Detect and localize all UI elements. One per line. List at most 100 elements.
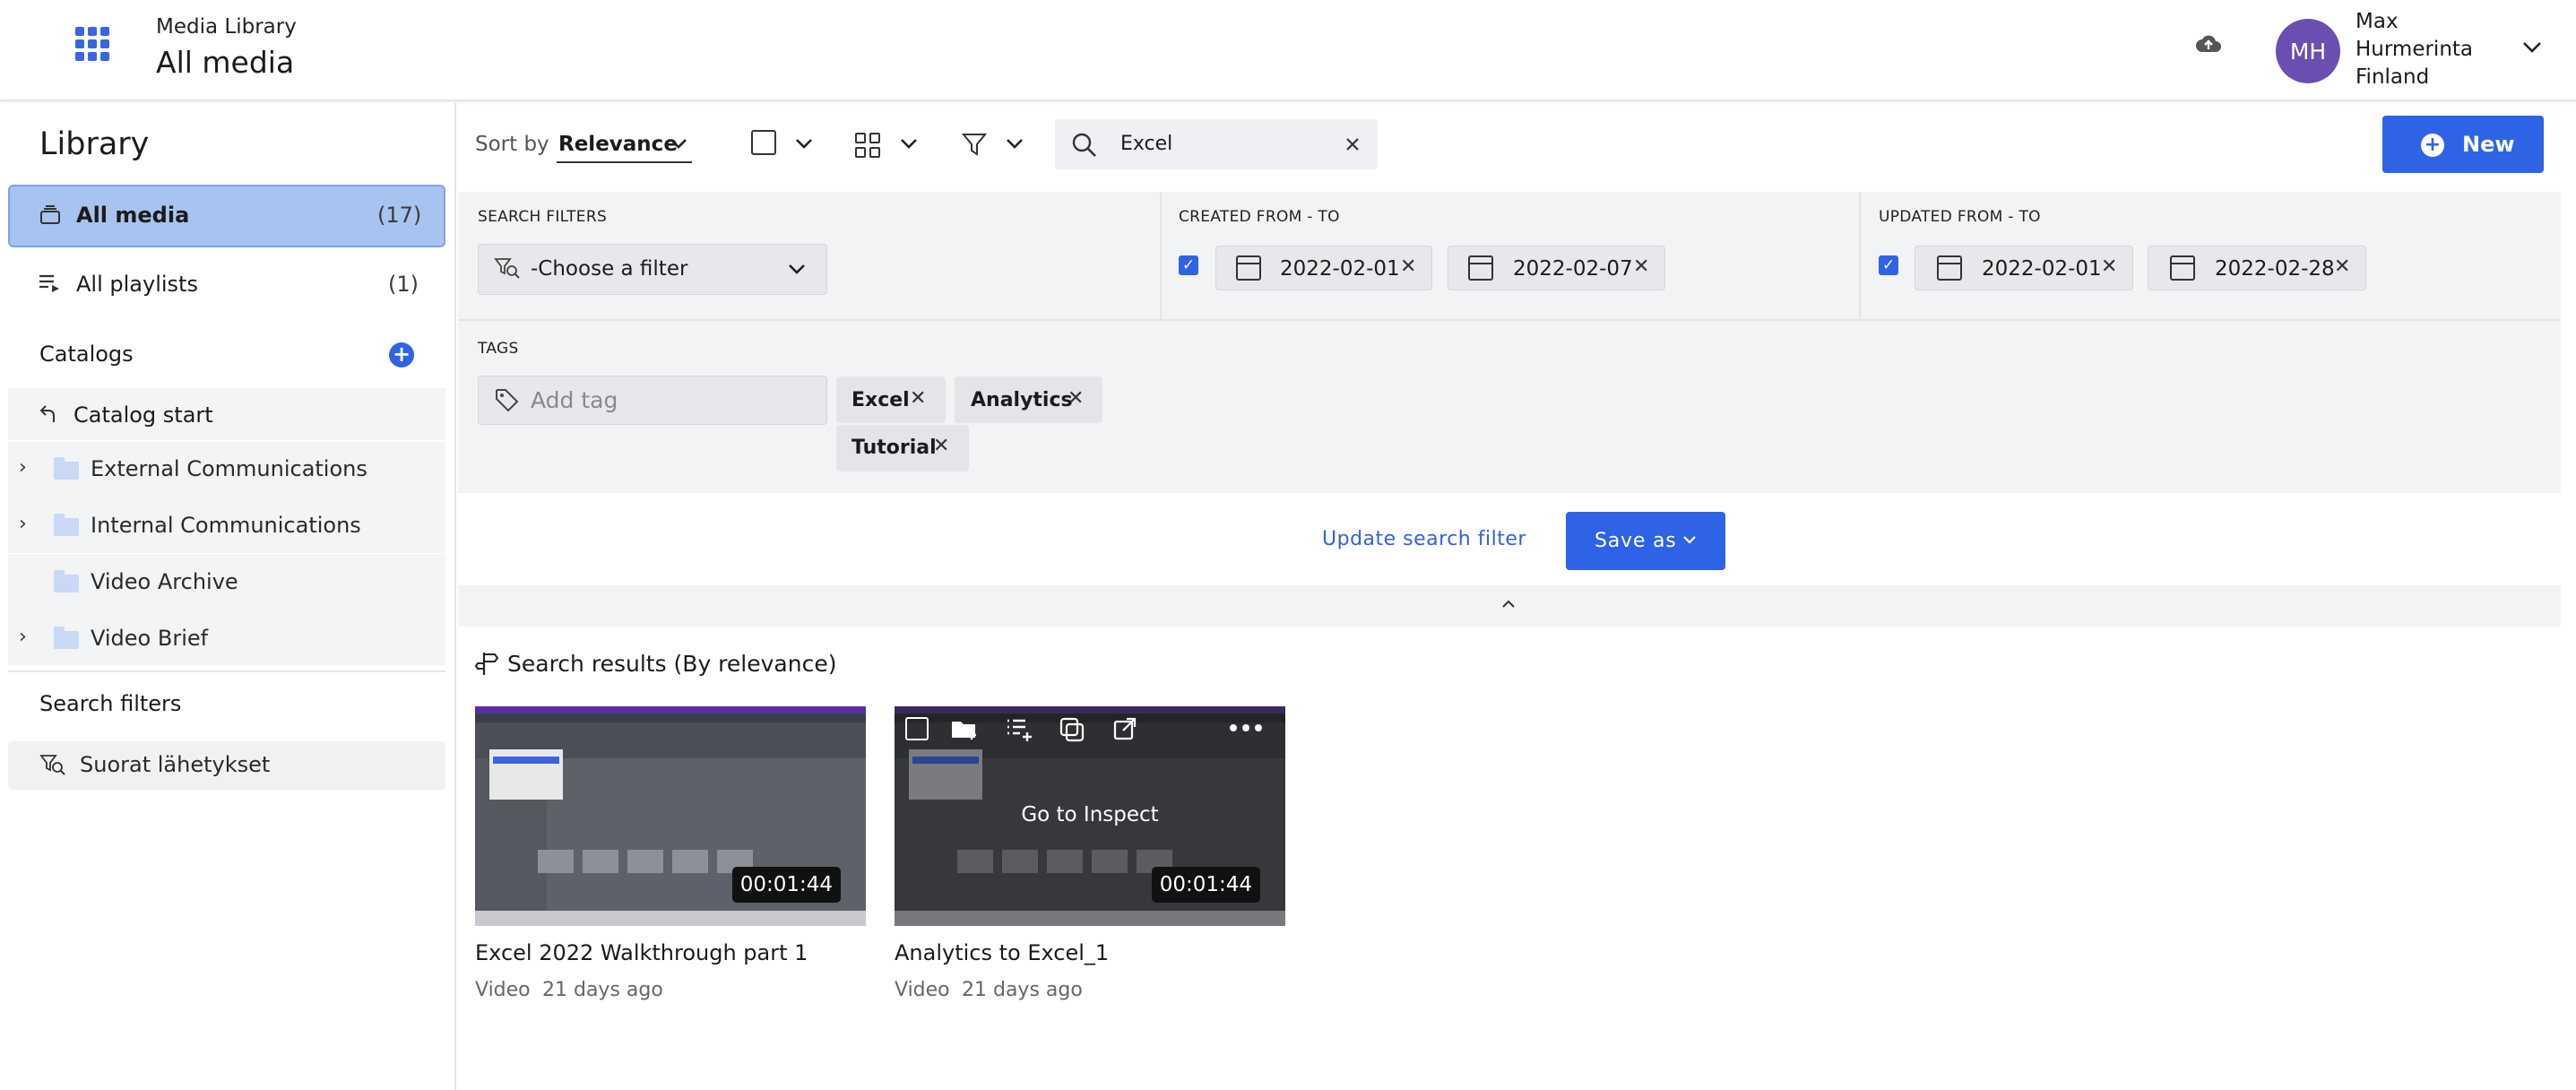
folder-video-brief[interactable]: › Video Brief — [8, 610, 445, 665]
chevron-down-icon[interactable] — [2520, 38, 2544, 56]
calendar-icon — [2170, 255, 2195, 281]
tag-label: Tutorial — [851, 437, 937, 459]
remove-tag-icon[interactable]: ✕ — [1068, 387, 1084, 410]
video-age: 21 days ago — [542, 979, 663, 1001]
tag-icon — [496, 389, 519, 412]
new-button[interactable]: + New — [2382, 116, 2544, 173]
folder-label: External Communications — [91, 456, 367, 481]
duplicate-icon[interactable] — [1059, 716, 1085, 743]
app-launcher-icon[interactable] — [75, 27, 109, 61]
calendar-icon — [1468, 255, 1493, 281]
chevron-down-icon[interactable] — [794, 137, 814, 150]
filter-search-icon — [494, 258, 520, 279]
video-thumbnail[interactable]: 00:01:44 — [475, 706, 866, 926]
folder-video-archive[interactable]: Video Archive — [8, 554, 445, 610]
folder-internal-communications[interactable]: › Internal Communications — [8, 497, 445, 553]
add-to-folder-icon[interactable] — [950, 716, 979, 741]
page-title: All media — [156, 45, 295, 80]
open-external-icon[interactable] — [1112, 716, 1137, 741]
catalogs-heading: Catalogs — [39, 342, 134, 367]
search-value: Excel — [1120, 133, 1173, 155]
save-as-button[interactable]: Save as — [1566, 512, 1725, 570]
add-tag-placeholder: Add tag — [531, 387, 618, 413]
updated-to-field[interactable]: 2022-02-28 ✕ — [2148, 246, 2366, 290]
created-to-value: 2022-02-07 — [1513, 257, 1633, 281]
updated-to-value: 2022-02-28 — [2215, 257, 2335, 281]
grid-view-icon[interactable] — [855, 133, 880, 158]
chevron-down-icon — [789, 264, 805, 274]
sidebar-item-label: All media — [76, 203, 190, 228]
created-to-field[interactable]: 2022-02-07 ✕ — [1448, 246, 1665, 290]
created-range-header: CREATED FROM - TO — [1179, 208, 1340, 226]
video-title[interactable]: Analytics to Excel_1 — [895, 940, 1109, 965]
user-first-name: Max — [2356, 10, 2399, 33]
media-stack-icon — [40, 205, 60, 224]
sort-by-select[interactable]: Relevance — [558, 133, 678, 156]
updated-range-header: UPDATED FROM - TO — [1879, 208, 2041, 226]
calendar-icon — [1236, 255, 1261, 281]
chevron-right-icon[interactable]: › — [19, 456, 27, 479]
cloud-upload-icon[interactable] — [2195, 32, 2222, 56]
more-options-icon[interactable] — [1228, 722, 1264, 733]
divider — [1160, 192, 1162, 319]
user-info[interactable]: Max Hurmerinta Finland — [2356, 8, 2490, 91]
folder-icon — [54, 514, 79, 536]
clear-date-icon[interactable]: ✕ — [2101, 255, 2117, 278]
item-count: (17) — [377, 203, 422, 228]
chevron-down-icon — [1683, 536, 1696, 544]
video-title[interactable]: Excel 2022 Walkthrough part 1 — [475, 940, 808, 965]
duration-badge: 00:01:44 — [1151, 867, 1260, 903]
sidebar-item-all-playlists[interactable] — [8, 255, 445, 312]
sort-by-label: Sort by — [475, 133, 549, 156]
tag-chip-analytics: Analytics ✕ — [955, 376, 1102, 423]
video-thumbnail[interactable]: Go to Inspect 00:01:44 — [895, 706, 1285, 926]
video-age: 21 days ago — [962, 979, 1083, 1001]
clear-date-icon[interactable]: ✕ — [1633, 255, 1649, 278]
updated-from-field[interactable]: 2022-02-01 ✕ — [1915, 246, 2133, 290]
select-all-checkbox[interactable] — [751, 130, 776, 155]
chevron-right-icon[interactable]: › — [19, 626, 27, 648]
add-to-playlist-icon[interactable] — [1006, 716, 1034, 743]
tags-header: TAGS — [478, 340, 519, 358]
folder-icon — [54, 457, 79, 480]
created-from-value: 2022-02-01 — [1280, 257, 1400, 281]
tag-label: Excel — [851, 389, 910, 411]
created-from-field[interactable]: 2022-02-01 ✕ — [1215, 246, 1432, 290]
return-arrow-icon — [39, 405, 55, 422]
add-catalog-button[interactable]: + — [389, 342, 414, 368]
folder-external-communications[interactable]: › External Communications — [8, 442, 445, 497]
created-range-checkbox[interactable]: ✓ — [1179, 255, 1198, 275]
chevron-down-icon[interactable] — [1005, 137, 1024, 150]
divider — [8, 670, 445, 672]
divider — [458, 319, 2561, 321]
search-input[interactable] — [1055, 119, 1378, 169]
clear-date-icon[interactable]: ✕ — [1400, 255, 1416, 278]
go-to-inspect-link[interactable]: Go to Inspect — [895, 803, 1285, 826]
sidebar-item-label: All playlists — [76, 272, 198, 297]
clear-search-icon[interactable] — [1344, 135, 1361, 153]
avatar[interactable]: MH — [2276, 19, 2340, 83]
tag-label: Analytics — [971, 389, 1073, 411]
filter-icon[interactable] — [961, 131, 988, 158]
folder-label: Video Archive — [91, 569, 238, 594]
remove-tag-icon[interactable]: ✕ — [910, 387, 926, 410]
chevron-right-icon[interactable]: › — [19, 513, 27, 535]
select-checkbox[interactable] — [905, 717, 929, 740]
clear-date-icon[interactable]: ✕ — [2334, 255, 2350, 278]
results-title: Search results (By relevance) — [507, 651, 837, 677]
app-header: Media Library All media MH Max Hurmerint… — [0, 0, 2576, 101]
chevron-up-icon[interactable] — [1501, 599, 1516, 610]
catalog-start-label: Catalog start — [73, 402, 213, 428]
chevron-down-icon[interactable] — [669, 137, 688, 150]
updated-range-checkbox[interactable]: ✓ — [1879, 255, 1898, 275]
update-search-filter-link[interactable]: Update search filter — [1322, 528, 1526, 550]
remove-tag-icon[interactable]: ✕ — [933, 435, 949, 457]
divider — [1859, 192, 1861, 319]
sort-underline — [557, 161, 692, 163]
chevron-down-icon[interactable] — [899, 137, 919, 150]
folder-label: Video Brief — [91, 626, 209, 651]
signpost-icon — [474, 653, 499, 675]
item-count: (1) — [388, 272, 419, 297]
playlist-icon — [39, 274, 59, 292]
saved-filter-label: Suorat lähetykset — [80, 752, 271, 777]
